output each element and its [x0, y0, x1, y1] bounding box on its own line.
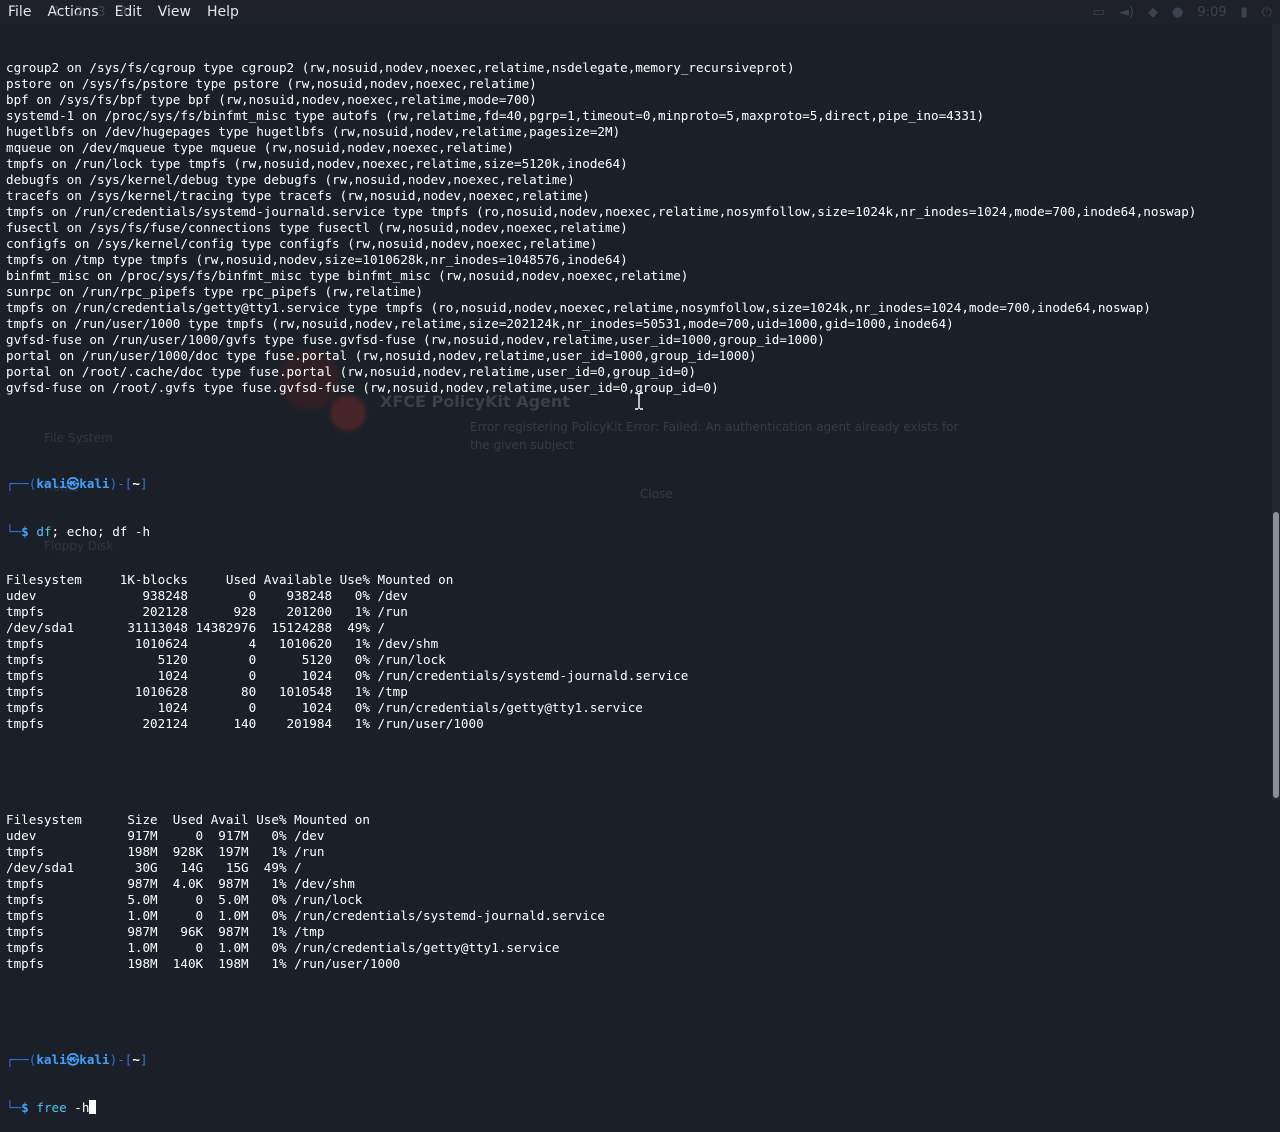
workspace-1[interactable]: 1 [53, 5, 61, 20]
mount-line: hugetlbfs on /dev/hugepages type hugetlb… [6, 124, 621, 139]
mount-line: tracefs on /sys/kernel/tracing type trac… [6, 188, 590, 203]
workspace-switcher-ghost: 1 2 3 4 [53, 5, 128, 20]
df-h-line: udev 917M 0 917M 0% /dev [6, 828, 325, 843]
mount-line: tmpfs on /run/credentials/systemd-journa… [6, 204, 1197, 219]
df-h-line: tmpfs 987M 96K 987M 1% /tmp [6, 924, 325, 939]
mount-line: gvfsd-fuse on /run/user/1000/gvfs type f… [6, 332, 825, 347]
workspace-4[interactable]: 4 [119, 5, 127, 20]
notification-bell-icon[interactable]: ◆ [1148, 5, 1158, 20]
df-h-line: tmpfs 5.0M 0 5.0M 0% /run/lock [6, 892, 363, 907]
mount-line: bpf on /sys/fs/bpf type bpf (rw,nosuid,n… [6, 92, 537, 107]
df-h-line: tmpfs 198M 928K 197M 1% /run [6, 844, 325, 859]
mount-line: fusectl on /sys/fs/fuse/connections type… [6, 220, 628, 235]
prompt-line-1-top: ┌──(kali㉿kali)-[~] [6, 476, 1268, 492]
prompt-path: ~ [132, 476, 140, 491]
df-h-line: tmpfs 1.0M 0 1.0M 0% /run/credentials/sy… [6, 908, 605, 923]
mount-line: cgroup2 on /sys/fs/cgroup type cgroup2 (… [6, 60, 795, 75]
prompt-frame-left: ┌──( [6, 1052, 37, 1067]
mount-line: portal on /root/.cache/doc type fuse.por… [6, 364, 696, 379]
panel-tray-ghost: 1 2 3 4 ▭ ◄) ◆ ● 9:09 ▮ ⏻ [53, 0, 1272, 24]
prompt-frame-left: ┌──( [6, 476, 37, 491]
lock-icon[interactable]: ▮ [1241, 5, 1248, 20]
df-output: Filesystem 1K-blocks Used Available Use%… [6, 572, 1268, 732]
terminal-menubar: File Actions Edit View Help 1 2 3 4 ▭ ◄)… [0, 0, 1280, 24]
prompt-user-host: kali㉿kali [36, 1052, 110, 1067]
workspace-3[interactable]: 3 [97, 5, 105, 20]
df-h-line: tmpfs 987M 4.0K 987M 1% /dev/shm [6, 876, 355, 891]
command-name: free [36, 1100, 67, 1115]
mount-line: tmpfs on /run/user/1000 type tmpfs (rw,n… [6, 316, 954, 331]
display-icon[interactable]: ▭ [1093, 5, 1105, 20]
text-cursor-icon [635, 392, 643, 410]
prompt-frame-bottom: └─ [6, 1100, 22, 1115]
menu-help[interactable]: Help [199, 0, 247, 24]
df-h-output: Filesystem Size Used Avail Use% Mounted … [6, 812, 1268, 972]
mount-line: tmpfs on /run/credentials/getty@tty1.ser… [6, 300, 1151, 315]
df-line: udev 938248 0 938248 0% /dev [6, 588, 408, 603]
prompt-line-1-bottom: └─$ df; echo; df -h [6, 524, 1268, 540]
menu-view[interactable]: View [150, 0, 199, 24]
mount-line: configfs on /sys/kernel/config type conf… [6, 236, 598, 251]
command-args: ; echo; df -h [51, 524, 151, 539]
df-line: tmpfs 1010624 4 1010620 1% /dev/shm [6, 636, 439, 651]
df-line: /dev/sda1 31113048 14382976 15124288 49%… [6, 620, 386, 635]
mount-line: tmpfs on /run/lock type tmpfs (rw,nosuid… [6, 156, 628, 171]
mount-line: pstore on /sys/fs/pstore type pstore (rw… [6, 76, 537, 91]
clock[interactable]: 9:09 [1197, 5, 1226, 20]
prompt-line-2-top: ┌──(kali㉿kali)-[~] [6, 1052, 1268, 1068]
df-line: tmpfs 1024 0 1024 0% /run/credentials/sy… [6, 668, 689, 683]
df-h-line: /dev/sda1 30G 14G 15G 49% / [6, 860, 302, 875]
mount-line: binfmt_misc on /proc/sys/fs/binfmt_misc … [6, 268, 689, 283]
df-h-line: Filesystem Size Used Avail Use% Mounted … [6, 812, 370, 827]
mount-output: cgroup2 on /sys/fs/cgroup type cgroup2 (… [6, 60, 1268, 396]
workspace-2[interactable]: 2 [75, 5, 83, 20]
volume-icon[interactable]: ◄) [1119, 5, 1134, 20]
scrollbar-thumb[interactable] [1273, 512, 1279, 798]
mount-line: debugfs on /sys/kernel/debug type debugf… [6, 172, 575, 187]
menu-file[interactable]: File [0, 0, 39, 24]
mount-line: systemd-1 on /proc/sys/fs/binfmt_misc ty… [6, 108, 985, 123]
terminal-output[interactable]: cgroup2 on /sys/fs/cgroup type cgroup2 (… [6, 28, 1268, 1115]
command-args: -h [66, 1100, 90, 1115]
command-name: df [36, 524, 52, 539]
prompt-symbol: $ [21, 1100, 29, 1115]
mount-line: portal on /run/user/1000/doc type fuse.p… [6, 348, 757, 363]
terminal-cursor [89, 1100, 97, 1114]
df-line: tmpfs 1010628 80 1010548 1% /tmp [6, 684, 408, 699]
prompt-frame-mid: )-[ [109, 1052, 133, 1067]
prompt-frame-end: ] [139, 476, 148, 491]
df-line: Filesystem 1K-blocks Used Available Use%… [6, 572, 454, 587]
mount-line: mqueue on /dev/mqueue type mqueue (rw,no… [6, 140, 514, 155]
prompt-frame-end: ] [139, 1052, 148, 1067]
df-h-line: tmpfs 1.0M 0 1.0M 0% /run/credentials/ge… [6, 940, 560, 955]
prompt-symbol: $ [21, 524, 29, 539]
power-icon[interactable]: ⏻ [1262, 5, 1272, 20]
prompt-path: ~ [132, 1052, 140, 1067]
mount-line: sunrpc on /run/rpc_pipefs type rpc_pipef… [6, 284, 424, 299]
mount-line: tmpfs on /tmp type tmpfs (rw,nosuid,node… [6, 252, 628, 267]
df-line: tmpfs 5120 0 5120 0% /run/lock [6, 652, 446, 667]
df-line: tmpfs 1024 0 1024 0% /run/credentials/ge… [6, 700, 643, 715]
network-icon[interactable]: ● [1172, 5, 1183, 20]
prompt-frame-bottom: └─ [6, 524, 22, 539]
df-line: tmpfs 202128 928 201200 1% /run [6, 604, 408, 619]
df-line: tmpfs 202124 140 201984 1% /run/user/100… [6, 716, 484, 731]
prompt-user-host: kali㉿kali [36, 476, 110, 491]
prompt-frame-mid: )-[ [109, 476, 133, 491]
prompt-line-2-bottom[interactable]: └─$ free -h [6, 1100, 1268, 1116]
df-h-line: tmpfs 198M 140K 198M 1% /run/user/1000 [6, 956, 401, 971]
